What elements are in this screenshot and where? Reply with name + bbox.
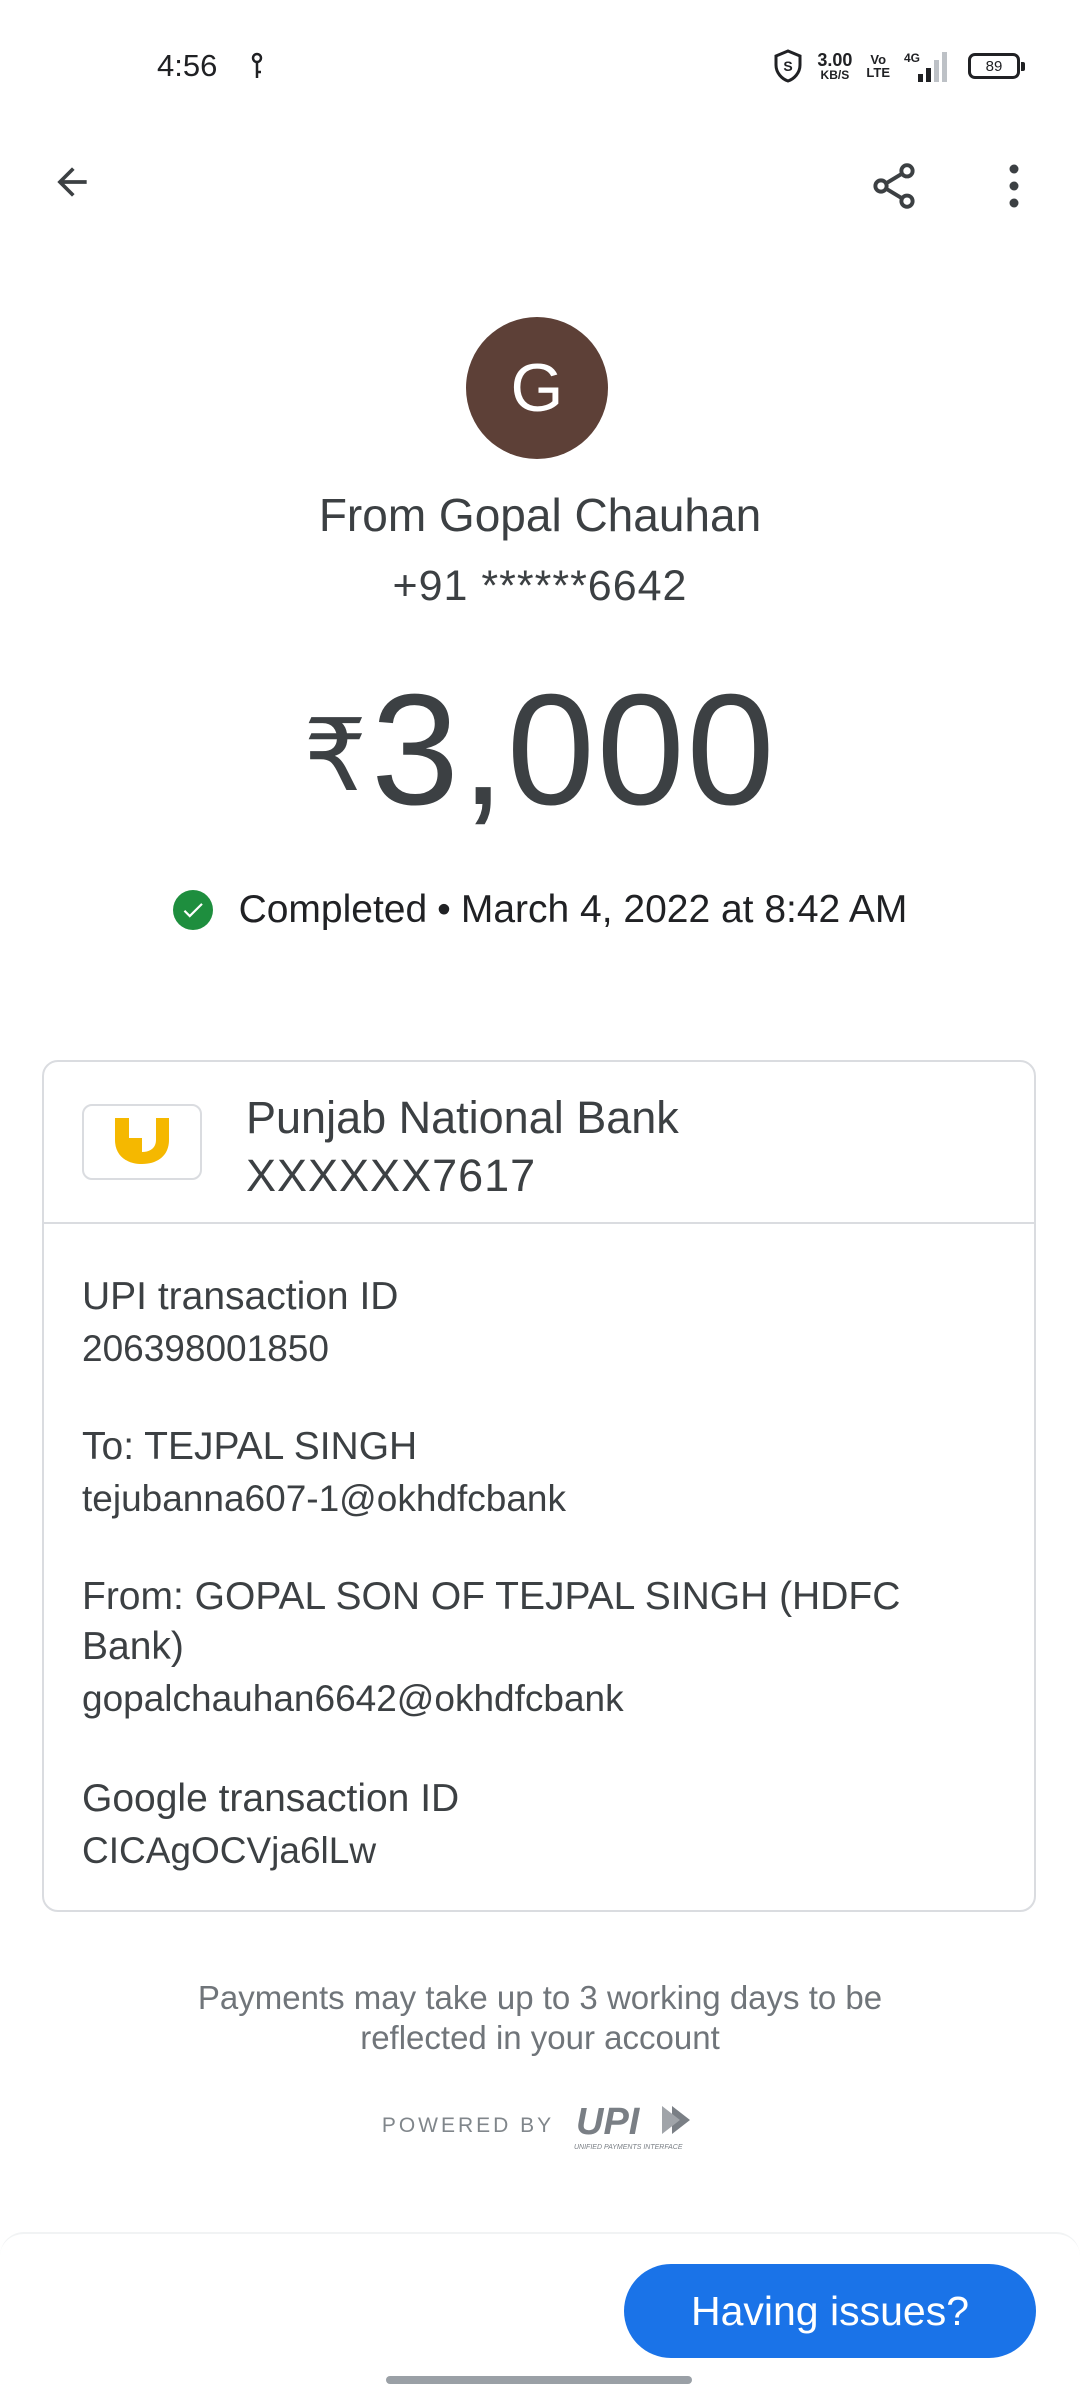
note-line-1: Payments may take up to 3 working days t… — [197, 1979, 883, 2016]
detail-value: 206398001850 — [82, 1328, 329, 1369]
arrow-back-icon — [57, 167, 87, 197]
share-icon — [873, 163, 915, 209]
payee-details[interactable]: To: TEJPAL SINGH tejubanna607-1@okhdfcba… — [82, 1422, 1002, 1526]
share-button[interactable] — [862, 154, 926, 218]
volte-bottom: LTE — [866, 65, 890, 80]
network-speed-value: 3.00 — [817, 50, 853, 70]
transaction-datetime: March 4, 2022 at 8:42 AM — [460, 888, 908, 931]
key-icon — [251, 52, 263, 78]
having-issues-button[interactable]: Having issues? — [624, 2264, 1036, 2358]
svg-text:S: S — [784, 58, 793, 74]
detail-label: From: GOPAL SON OF TEJPAL SINGH (HDFC Ba… — [82, 1575, 901, 1668]
check-circle-icon — [172, 890, 213, 930]
shield-icon: S — [774, 49, 802, 83]
powered-by-upi: POWERED BY UPI UNIFIED PAYMENTS INTERFAC… — [0, 2100, 1080, 2152]
bank-account-row[interactable]: Punjab National Bank XXXXXX7617 — [44, 1062, 1034, 1224]
transaction-details-card: Punjab National Bank XXXXXX7617 UPI tran… — [42, 1060, 1036, 1912]
more-vert-icon — [1009, 164, 1019, 208]
network-speed-unit: KB/S — [820, 68, 850, 82]
currency-symbol: ₹ — [303, 700, 368, 812]
processing-note: Payments may take up to 3 working days t… — [0, 1978, 1080, 2058]
volte-indicator: Vo LTE — [866, 53, 890, 79]
status-time: 4:56 — [157, 48, 218, 83]
signal-icon: 4G — [904, 51, 947, 82]
amount: ₹ 3,000 — [0, 660, 1080, 841]
battery-icon: 89 — [968, 53, 1025, 79]
upi-transaction-id[interactable]: UPI transaction ID 206398001850 — [82, 1272, 1002, 1376]
detail-label: Google transaction ID — [82, 1777, 460, 1820]
payer-details[interactable]: From: GOPAL SON OF TEJPAL SINGH (HDFC Ba… — [82, 1572, 1002, 1726]
bank-logo-icon — [82, 1104, 202, 1180]
network-speed: 3.00 KB/S — [817, 51, 852, 81]
avatar: G — [466, 317, 608, 459]
detail-value: gopalchauhan6642@okhdfcbank — [82, 1678, 624, 1719]
detail-label: To: TEJPAL SINGH — [82, 1425, 418, 1468]
bank-name: Punjab National Bank — [246, 1092, 679, 1143]
sender-name: From Gopal Chauhan — [318, 489, 762, 541]
sender-phone: +91 ******6642 — [392, 562, 688, 610]
amount-value: 3,000 — [371, 662, 777, 838]
detail-value: tejubanna607-1@okhdfcbank — [82, 1478, 566, 1519]
bank-account-number: XXXXXX7617 — [246, 1150, 537, 1201]
upi-logo: UPI UNIFIED PAYMENTS INTERFACE — [574, 2101, 691, 2151]
separator-dot: • — [437, 888, 451, 931]
more-options-button[interactable] — [982, 154, 1046, 218]
detail-label: UPI transaction ID — [82, 1275, 399, 1318]
battery-level: 89 — [985, 57, 1003, 75]
powered-by-text: POWERED BY — [381, 2114, 555, 2137]
status-indicators: S 3.00 KB/S Vo LTE 4G 89 — [773, 46, 1025, 86]
upi-logo-text: UPI — [576, 2101, 641, 2143]
detail-value: CICAgOCVja6lLw — [82, 1830, 377, 1871]
status-bar: 4:56 S 3.00 KB/S Vo LTE 4G 89 — [0, 0, 1080, 130]
network-type: 4G — [904, 51, 920, 65]
back-button[interactable] — [40, 150, 104, 214]
upi-logo-subtext: UNIFIED PAYMENTS INTERFACE — [574, 2144, 683, 2151]
note-line-2: reflected in your account — [360, 2019, 720, 2056]
status-text: Completed — [238, 888, 428, 931]
google-transaction-id[interactable]: Google transaction ID CICAgOCVja6lLw — [82, 1774, 1002, 1878]
transaction-status: Completed • March 4, 2022 at 8:42 AM — [0, 888, 1080, 932]
home-indicator[interactable] — [386, 2376, 692, 2384]
